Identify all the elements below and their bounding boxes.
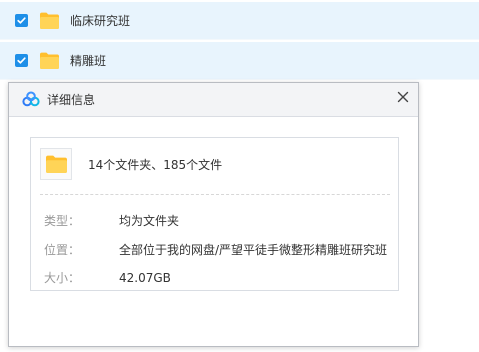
file-row-jingdiao[interactable]: 精雕班 — [0, 42, 479, 80]
dialog-title: 详细信息 — [47, 93, 96, 107]
folder-name-linchuang[interactable]: 临床研究班 — [70, 13, 130, 29]
folder-name-jingdiao[interactable]: 精雕班 — [70, 53, 106, 69]
detail-value-location: 全部位于我的网盘/严望平徒手微整形精雕班研究班 — [119, 243, 388, 257]
folder-icon — [40, 12, 59, 30]
close-icon[interactable] — [393, 87, 413, 107]
folder-icon — [46, 155, 67, 173]
details-card: 14个文件夹、185个文件 类型： 均为文件夹 位置： 全部位于我的网盘/严望平… — [30, 137, 399, 291]
baidu-netdisk-logo — [22, 91, 40, 107]
check-icon — [17, 17, 26, 24]
file-row-linchuang[interactable]: 临床研究班 — [0, 2, 479, 40]
details-dialog: 详细信息 14个文件夹、185个文件 类型： 均为文件夹 位置： 全部位于我的网… — [8, 82, 419, 347]
detail-label-size: 大小： — [44, 271, 81, 285]
detail-label-location: 位置： — [44, 243, 81, 257]
close-button[interactable] — [393, 87, 413, 107]
detail-value-type: 均为文件夹 — [119, 214, 180, 228]
row-checkbox-2[interactable] — [15, 54, 28, 67]
check-icon — [17, 57, 26, 64]
file-count-summary: 14个文件夹、185个文件 — [88, 158, 223, 172]
detail-label-type: 类型： — [44, 214, 81, 228]
row-checkbox-1[interactable] — [15, 14, 28, 27]
summary-icon-box — [40, 148, 72, 180]
folder-icon — [40, 52, 59, 69]
detail-value-size: 42.07GB — [119, 271, 171, 285]
divider — [40, 194, 390, 195]
dialog-header: 详细信息 — [9, 83, 418, 117]
